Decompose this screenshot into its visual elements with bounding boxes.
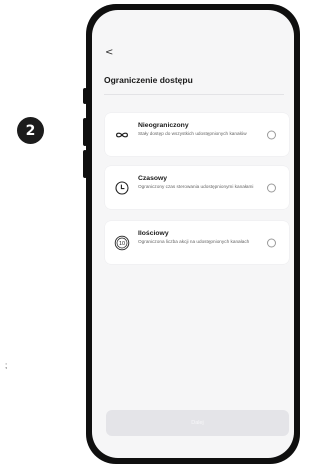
clock-icon — [114, 180, 130, 196]
page-title: Ograniczenie dostępu — [104, 75, 193, 85]
option-radio[interactable] — [267, 183, 276, 192]
option-name: Nieograniczony — [138, 122, 189, 129]
step-number-badge: 2 — [17, 117, 44, 144]
phone-screen: < Ograniczenie dostępu Nieograniczony St… — [92, 10, 294, 458]
counter-icon: 10 — [114, 235, 130, 251]
header-divider — [104, 94, 284, 95]
next-button[interactable]: Dalej — [106, 410, 289, 436]
option-card-unlimited[interactable]: Nieograniczony Stały dostęp do wszystkic… — [105, 113, 289, 156]
option-card-time[interactable]: Czasowy Ograniczony czas sterowania udos… — [105, 166, 289, 209]
option-name: Ilościowy — [138, 230, 169, 237]
option-description: Ograniczony czas sterowania udostępniony… — [138, 184, 254, 189]
counter-icon-label: 10 — [119, 241, 125, 247]
option-name: Czasowy — [138, 175, 168, 182]
option-radio[interactable] — [267, 130, 276, 139]
stray-mark: ; — [5, 361, 8, 370]
option-radio[interactable] — [267, 238, 276, 247]
option-card-quantity[interactable]: 10 Ilościowy Ograniczona liczba akcji na… — [105, 221, 289, 264]
option-description: Stały dostęp do wszystkich udostępnionyc… — [138, 131, 247, 136]
infinity-icon — [114, 127, 130, 143]
back-button[interactable]: < — [105, 47, 113, 58]
option-description: Ograniczona liczba akcji na udostępniony… — [138, 239, 250, 244]
